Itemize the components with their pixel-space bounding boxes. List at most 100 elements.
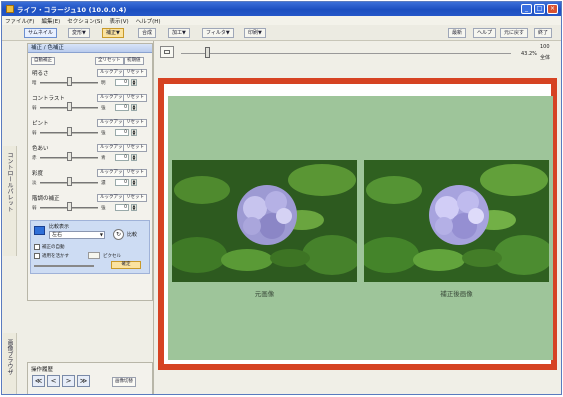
param-spinner[interactable]: ▲ ▼ [131, 79, 137, 86]
zoom-slider-thumb[interactable] [205, 47, 210, 58]
zoom-value: 43.2% [521, 51, 537, 57]
zoom-fit-button[interactable]: 全体 [540, 54, 550, 61]
param-reset-button[interactable]: リセット [123, 144, 147, 152]
left-panel: コントロールパレット 画像ブラウザ 補正 / 色補正 自動補正 全リセット 初期… [2, 41, 154, 394]
param-value-field[interactable]: 0 [115, 179, 129, 186]
param-slider-thumb[interactable] [67, 77, 72, 86]
initial-value-button[interactable]: 初期値 [124, 57, 144, 65]
param-slider-thumb[interactable] [67, 152, 72, 161]
menu-help[interactable]: ヘルプ(H) [136, 17, 161, 25]
app-icon [6, 5, 14, 13]
menu-section[interactable]: セクション(S) [67, 17, 102, 25]
zoom-slider-track[interactable] [181, 53, 511, 54]
menu-edit[interactable]: 編集(E) [41, 17, 60, 25]
param-min-label: 暗 [32, 81, 37, 86]
apply-option-label: 適用を活かす [42, 254, 69, 259]
param-value-field[interactable]: 0 [115, 154, 129, 161]
original-photo [172, 160, 357, 282]
auto-option-checkbox[interactable] [34, 244, 40, 250]
param-spinner[interactable]: ▲ ▼ [131, 179, 137, 186]
param-min-label: 弱 [32, 206, 37, 211]
tab-control-palette[interactable]: コントロールパレット [3, 146, 17, 256]
process-menu-button[interactable]: 加工▼ [168, 28, 190, 38]
param-min-label: 弱 [32, 131, 37, 136]
pixel-unit-label: ピクセル [103, 254, 121, 259]
minimize-button[interactable]: _ [521, 4, 532, 14]
param-reset-button[interactable]: リセット [123, 94, 147, 102]
param-reset-button[interactable]: リセット [123, 119, 147, 127]
print-menu-button[interactable]: 印刷▼ [244, 28, 266, 38]
chevron-down-icon: ▼ [99, 232, 103, 237]
param-slider-thumb[interactable] [67, 127, 72, 136]
param-label: 明るさ [32, 71, 49, 77]
filter-menu-button[interactable]: フィルタ▼ [202, 28, 234, 38]
toolbar: サムネイル 変形▼ 補正▼ 合成 加工▼ フィルタ▼ 印刷▼ 最新 ヘルプ 元に… [2, 25, 561, 41]
history-prev-button[interactable]: < [47, 375, 60, 387]
help-button[interactable]: ヘルプ [473, 28, 497, 38]
image-switch-button[interactable]: 画像切替 [112, 377, 136, 387]
progress-divider [34, 265, 94, 267]
history-panel: 操作履歴 ≪ < > ≫ 画像切替 [27, 362, 153, 394]
composite-button[interactable]: 合成 [138, 28, 157, 38]
param-min-label: 赤 [32, 156, 37, 161]
compare-box: 比較表示 左右 ▼ ↻ 比較 補正の自動 適用を活かす ピクセル 確定 [30, 220, 150, 274]
param-group: 明るさ ルックアップ リセット暗明 0 ▲ ▼ [31, 69, 149, 92]
exit-button[interactable]: 終了 [534, 28, 553, 38]
auto-option-label: 補正の自動 [42, 245, 65, 250]
apply-button[interactable]: 確定 [111, 261, 141, 269]
zoom-bar: 43.2% 100 全体 [155, 41, 561, 63]
tab-image-browser[interactable]: 画像ブラウザ [3, 333, 17, 394]
param-reset-button[interactable]: リセット [123, 69, 147, 77]
param-value-field[interactable]: 0 [115, 204, 129, 211]
latest-button[interactable]: 最新 [448, 28, 467, 38]
tab-control-palette-label: コントロールパレット [6, 152, 13, 212]
fit-view-icon[interactable] [160, 46, 174, 58]
compare-button[interactable]: 比較 [127, 231, 137, 238]
menu-file[interactable]: ファイル(F) [5, 17, 34, 25]
param-reset-button[interactable]: リセット [123, 194, 147, 202]
param-min-label: 淡 [32, 181, 37, 186]
param-spinner[interactable]: ▲ ▼ [131, 104, 137, 111]
zoom-100-button[interactable]: 100 [540, 44, 550, 50]
preview-frame: 元画像 補正後画像 [158, 78, 557, 370]
reset-all-button[interactable]: 全リセット [95, 57, 124, 65]
corrected-caption: 補正後画像 [440, 290, 473, 298]
history-next-button[interactable]: > [62, 375, 75, 387]
param-max-label: 青 [101, 156, 106, 161]
param-value-field[interactable]: 0 [115, 104, 129, 111]
param-spinner[interactable]: ▲ ▼ [131, 154, 137, 161]
param-group: ピント ルックアップ リセット弱強 0 ▲ ▼ [31, 119, 149, 142]
transform-menu-button[interactable]: 変形▼ [68, 28, 90, 38]
param-value-field[interactable]: 0 [115, 79, 129, 86]
correction-panel: 補正 / 色補正 自動補正 全リセット 初期値 明るさ ルックアップ リセット暗明 0… [27, 43, 153, 301]
history-first-button[interactable]: ≪ [32, 375, 45, 387]
param-spinner[interactable]: ▲ ▼ [131, 204, 137, 211]
auto-correct-button[interactable]: 自動補正 [31, 57, 55, 65]
panel-title: 補正 / 色補正 [28, 44, 152, 53]
tab-image-browser-label: 画像ブラウザ [6, 339, 13, 375]
apply-option-checkbox[interactable] [34, 253, 40, 259]
pixel-input[interactable] [88, 252, 100, 259]
close-button[interactable]: × [547, 4, 558, 14]
title-bar[interactable]: ライフ・コラージュ10 (10.0.0.4) _ □ × [2, 2, 561, 16]
param-group: 彩度 ルックアップ リセット淡濃 0 ▲ ▼ [31, 169, 149, 192]
param-reset-button[interactable]: リセット [123, 169, 147, 177]
param-value-field[interactable]: 0 [115, 129, 129, 136]
param-max-label: 強 [101, 106, 106, 111]
param-slider-thumb[interactable] [67, 202, 72, 211]
param-max-label: 強 [101, 131, 106, 136]
menu-view[interactable]: 表示(V) [110, 17, 129, 25]
history-last-button[interactable]: ≫ [77, 375, 90, 387]
maximize-button[interactable]: □ [534, 4, 545, 14]
swap-icon[interactable]: ↻ [113, 229, 124, 240]
param-min-label: 弱 [32, 106, 37, 111]
thumbnail-button[interactable]: サムネイル [24, 28, 57, 38]
param-spinner[interactable]: ▲ ▼ [131, 129, 137, 136]
param-label: ピント [32, 121, 49, 127]
app-window: ライフ・コラージュ10 (10.0.0.4) _ □ × ファイル(F) 編集(… [1, 1, 562, 395]
compare-mode-select[interactable]: 左右 ▼ [49, 231, 105, 239]
undo-button[interactable]: 元に戻す [500, 28, 529, 38]
param-slider-thumb[interactable] [67, 102, 72, 111]
correct-menu-button[interactable]: 補正▼ [102, 28, 124, 38]
param-slider-thumb[interactable] [67, 177, 72, 186]
